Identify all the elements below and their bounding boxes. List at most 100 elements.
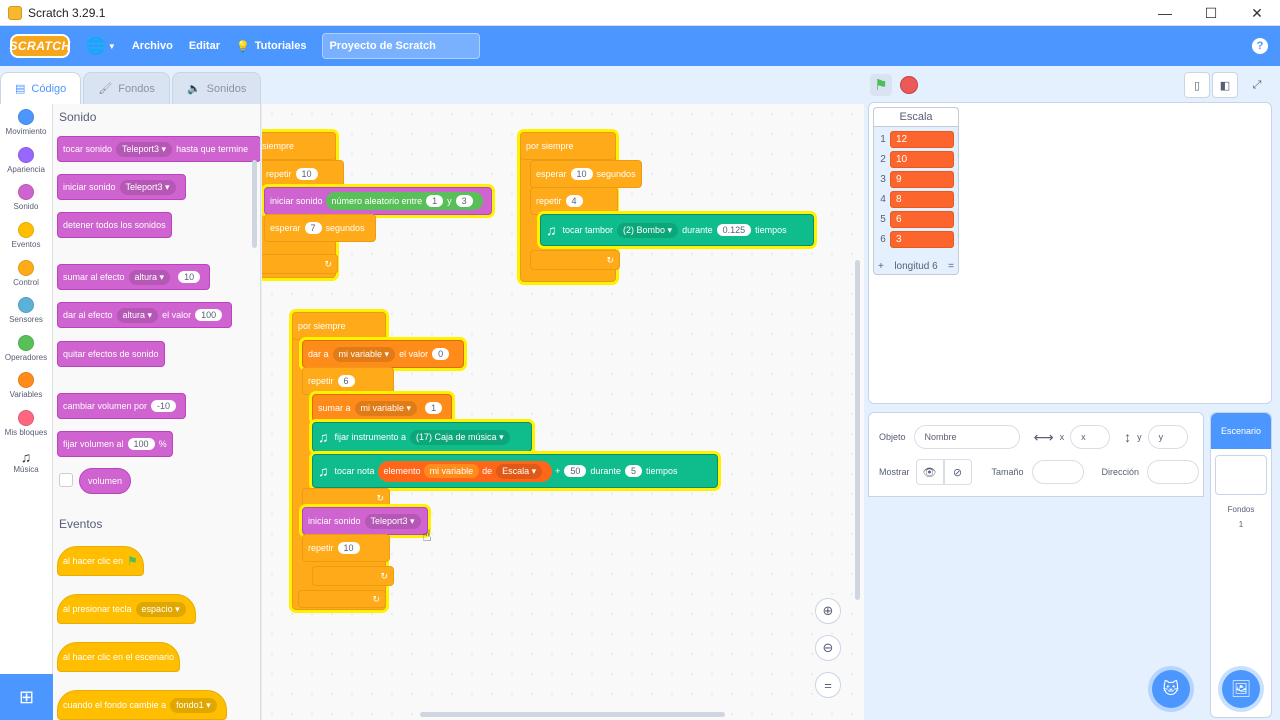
add-extension-button[interactable]: ⊞: [0, 674, 53, 720]
value-input[interactable]: 50: [564, 465, 587, 477]
tab-code[interactable]: ▤ Código: [0, 72, 82, 104]
resize-handle[interactable]: =: [948, 261, 954, 272]
x-input[interactable]: x: [1070, 425, 1111, 449]
zoom-in-button[interactable]: ⊕: [815, 598, 841, 624]
value-input[interactable]: 1: [425, 402, 443, 414]
block-repeat[interactable]: repetir 4: [530, 187, 618, 215]
fullscreen-button[interactable]: ⤢: [1244, 72, 1270, 98]
block-repeat[interactable]: repetir 10: [302, 534, 390, 562]
value-input[interactable]: 10: [337, 542, 360, 554]
category-looks[interactable]: Apariencia: [0, 142, 52, 180]
value-input[interactable]: 1: [426, 195, 444, 207]
list-monitor[interactable]: Escala 1 12 2 10 39 48 56 63 + longitud 6 …: [873, 107, 959, 275]
block-set-volume[interactable]: fijar volumen al 100%: [57, 431, 173, 457]
block-start-sound[interactable]: iniciar sonido Teleport3 ▾: [57, 174, 186, 200]
stage-thumbnail[interactable]: [1215, 455, 1267, 495]
workspace-vertical-scrollbar[interactable]: [855, 260, 860, 600]
stop-button[interactable]: [900, 76, 918, 94]
instrument-dropdown[interactable]: (17) Caja de música ▾: [410, 429, 510, 445]
block-repeat[interactable]: repetir 10: [262, 160, 344, 188]
category-music[interactable]: ♫ Música: [0, 442, 52, 480]
list-value[interactable]: 8: [890, 190, 954, 208]
sound-dropdown[interactable]: Teleport3 ▾: [116, 141, 173, 157]
value-input[interactable]: 10: [570, 168, 593, 180]
block-play-drum[interactable]: ♫ tocar tambor (2) Bombo ▾ durante 0.125 tie…: [540, 214, 814, 246]
language-menu[interactable]: 🌐 ▼: [86, 36, 116, 56]
list-value[interactable]: 12: [890, 130, 954, 148]
choose-backdrop-button[interactable]: 🖼: [1222, 670, 1260, 708]
backdrop-dropdown[interactable]: fondo1 ▾: [170, 697, 217, 713]
block-when-key-pressed[interactable]: al presionar tecla espacio ▾: [57, 594, 196, 624]
sound-dropdown[interactable]: Teleport3 ▾: [119, 179, 176, 195]
zoom-out-button[interactable]: ⊖: [815, 635, 841, 661]
block-repeat[interactable]: repetir 6: [302, 367, 394, 395]
block-when-backdrop-switches[interactable]: cuando el fondo cambie a fondo1 ▾: [57, 690, 227, 720]
value-input[interactable]: 0.125: [716, 224, 752, 236]
block-play-note[interactable]: ♫ tocar nota elemento mi variable de Escala…: [312, 454, 718, 488]
block-forever[interactable]: siempre: [262, 132, 336, 160]
value-input[interactable]: 100: [127, 438, 155, 450]
variable-reporter[interactable]: mi variable: [423, 464, 480, 478]
block-forever[interactable]: por siempre: [520, 132, 616, 160]
small-stage-button[interactable]: ▯: [1184, 72, 1210, 98]
value-input[interactable]: 0: [432, 348, 450, 360]
block-set-instrument[interactable]: ♫ fijar instrumento a (17) Caja de música…: [312, 422, 532, 452]
palette-scrollbar[interactable]: [252, 160, 257, 248]
effect-dropdown[interactable]: altura ▾: [116, 307, 159, 323]
sound-dropdown[interactable]: Teleport3 ▾: [364, 513, 421, 529]
block-start-sound-random[interactable]: iniciar sonido número aleatorio entre 1 y 3: [264, 187, 492, 215]
show-hidden-button[interactable]: ⊘: [943, 459, 972, 485]
block-set-effect[interactable]: dar al efecto altura ▾ el valor 100: [57, 302, 233, 328]
block-wait[interactable]: esperar 10 segundos: [530, 160, 642, 188]
value-input[interactable]: 3: [455, 195, 473, 207]
value-input[interactable]: 5: [624, 465, 642, 477]
value-input[interactable]: 10: [295, 168, 318, 180]
file-menu[interactable]: Archivo: [132, 40, 173, 52]
y-input[interactable]: y: [1147, 425, 1188, 449]
category-operators[interactable]: Operadores: [0, 330, 52, 368]
show-visible-button[interactable]: 👁: [915, 459, 944, 485]
code-workspace[interactable]: siempre repetir 10 iniciar sonido número …: [262, 104, 864, 720]
zoom-reset-button[interactable]: =: [815, 672, 841, 698]
green-flag-button[interactable]: ⚑: [870, 74, 892, 96]
workspace-horizontal-scrollbar[interactable]: [420, 712, 725, 717]
block-change-volume[interactable]: cambiar volumen por -10: [57, 393, 187, 419]
project-title-input[interactable]: Proyecto de Scratch: [322, 33, 481, 59]
block-change-effect[interactable]: sumar al efecto altura ▾ 10: [57, 264, 211, 290]
value-input[interactable]: -10: [151, 400, 177, 412]
block-clear-sound-effects[interactable]: quitar efectos de sonido: [57, 341, 165, 367]
value-input[interactable]: 100: [195, 309, 223, 321]
value-input[interactable]: 7: [304, 222, 322, 234]
effect-dropdown[interactable]: altura ▾: [128, 269, 171, 285]
list-value[interactable]: 3: [890, 230, 954, 248]
category-sound[interactable]: Sonido: [0, 179, 52, 217]
choose-sprite-button[interactable]: 🐱: [1152, 670, 1190, 708]
list-item-reporter[interactable]: elemento mi variable de Escala ▾: [377, 460, 553, 482]
block-start-sound[interactable]: iniciar sonido Teleport3 ▾: [302, 507, 428, 535]
stage[interactable]: Escala 1 12 2 10 39 48 56 63 + longitud 6 …: [868, 102, 1272, 404]
help-icon[interactable]: ?: [1252, 38, 1268, 54]
block-forever[interactable]: por siempre: [292, 312, 386, 340]
tab-backdrops[interactable]: 🖌 Fondos: [83, 72, 170, 104]
close-button[interactable]: ✕: [1234, 0, 1280, 26]
random-operator-block[interactable]: número aleatorio entre 1 y 3: [325, 192, 483, 210]
category-motion[interactable]: Movimiento: [0, 104, 52, 142]
category-events[interactable]: Eventos: [0, 217, 52, 255]
block-wait[interactable]: esperar 7 segundos: [264, 214, 376, 242]
list-value[interactable]: 9: [890, 170, 954, 188]
category-control[interactable]: Control: [0, 254, 52, 292]
tab-sounds[interactable]: 🔈 Sonidos: [171, 72, 262, 104]
size-input[interactable]: [1031, 460, 1084, 484]
block-change-variable[interactable]: sumar a mi variable ▾ 1: [312, 394, 452, 422]
block-set-variable[interactable]: dar a mi variable ▾ el valor 0: [302, 340, 464, 368]
direction-input[interactable]: [1147, 460, 1200, 484]
category-my-blocks[interactable]: Mis bloques: [0, 405, 52, 443]
block-when-stage-clicked[interactable]: al hacer clic en el escenario: [57, 642, 181, 672]
block-when-flag-clicked[interactable]: al hacer clic en ⚑: [57, 546, 144, 576]
drum-dropdown[interactable]: (2) Bombo ▾: [617, 222, 679, 238]
list-value[interactable]: 10: [890, 150, 954, 168]
key-dropdown[interactable]: espacio ▾: [135, 601, 186, 617]
tutorials-menu[interactable]: 💡 Tutoriales: [236, 40, 306, 53]
variable-dropdown[interactable]: mi variable ▾: [332, 346, 396, 362]
volume-monitor-checkbox[interactable]: [59, 473, 73, 487]
